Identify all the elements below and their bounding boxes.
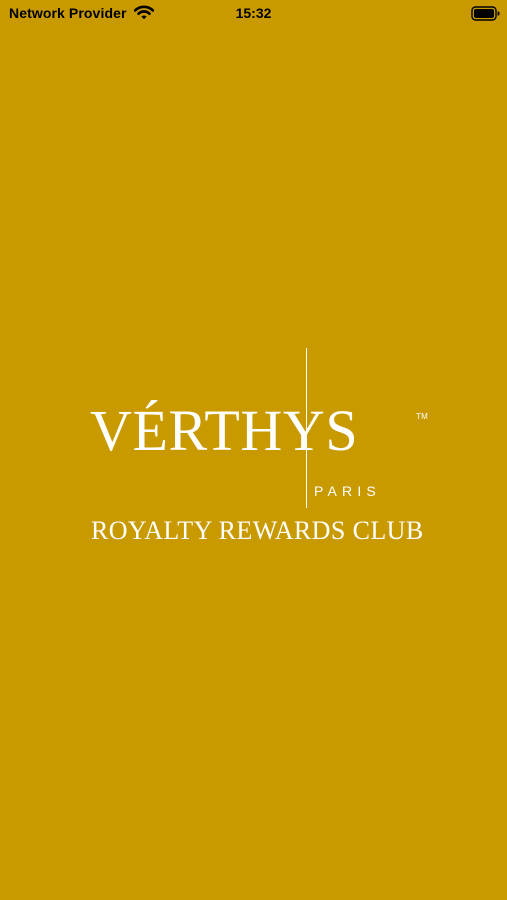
battery-icon [471,6,500,21]
club-tagline: ROYALTY REWARDS CLUB [91,516,424,545]
status-bar: Network Provider 15:32 [0,0,507,28]
splash-logo: VÉRTHYS TM PARIS ROYALTY REWARDS CLUB [85,345,430,550]
battery-level-fill [474,9,494,18]
clock: 15:32 [235,5,272,21]
trademark-mark: TM [416,412,429,421]
brand-name: VÉRTHYS [90,398,359,463]
brand-city: PARIS [314,483,381,499]
